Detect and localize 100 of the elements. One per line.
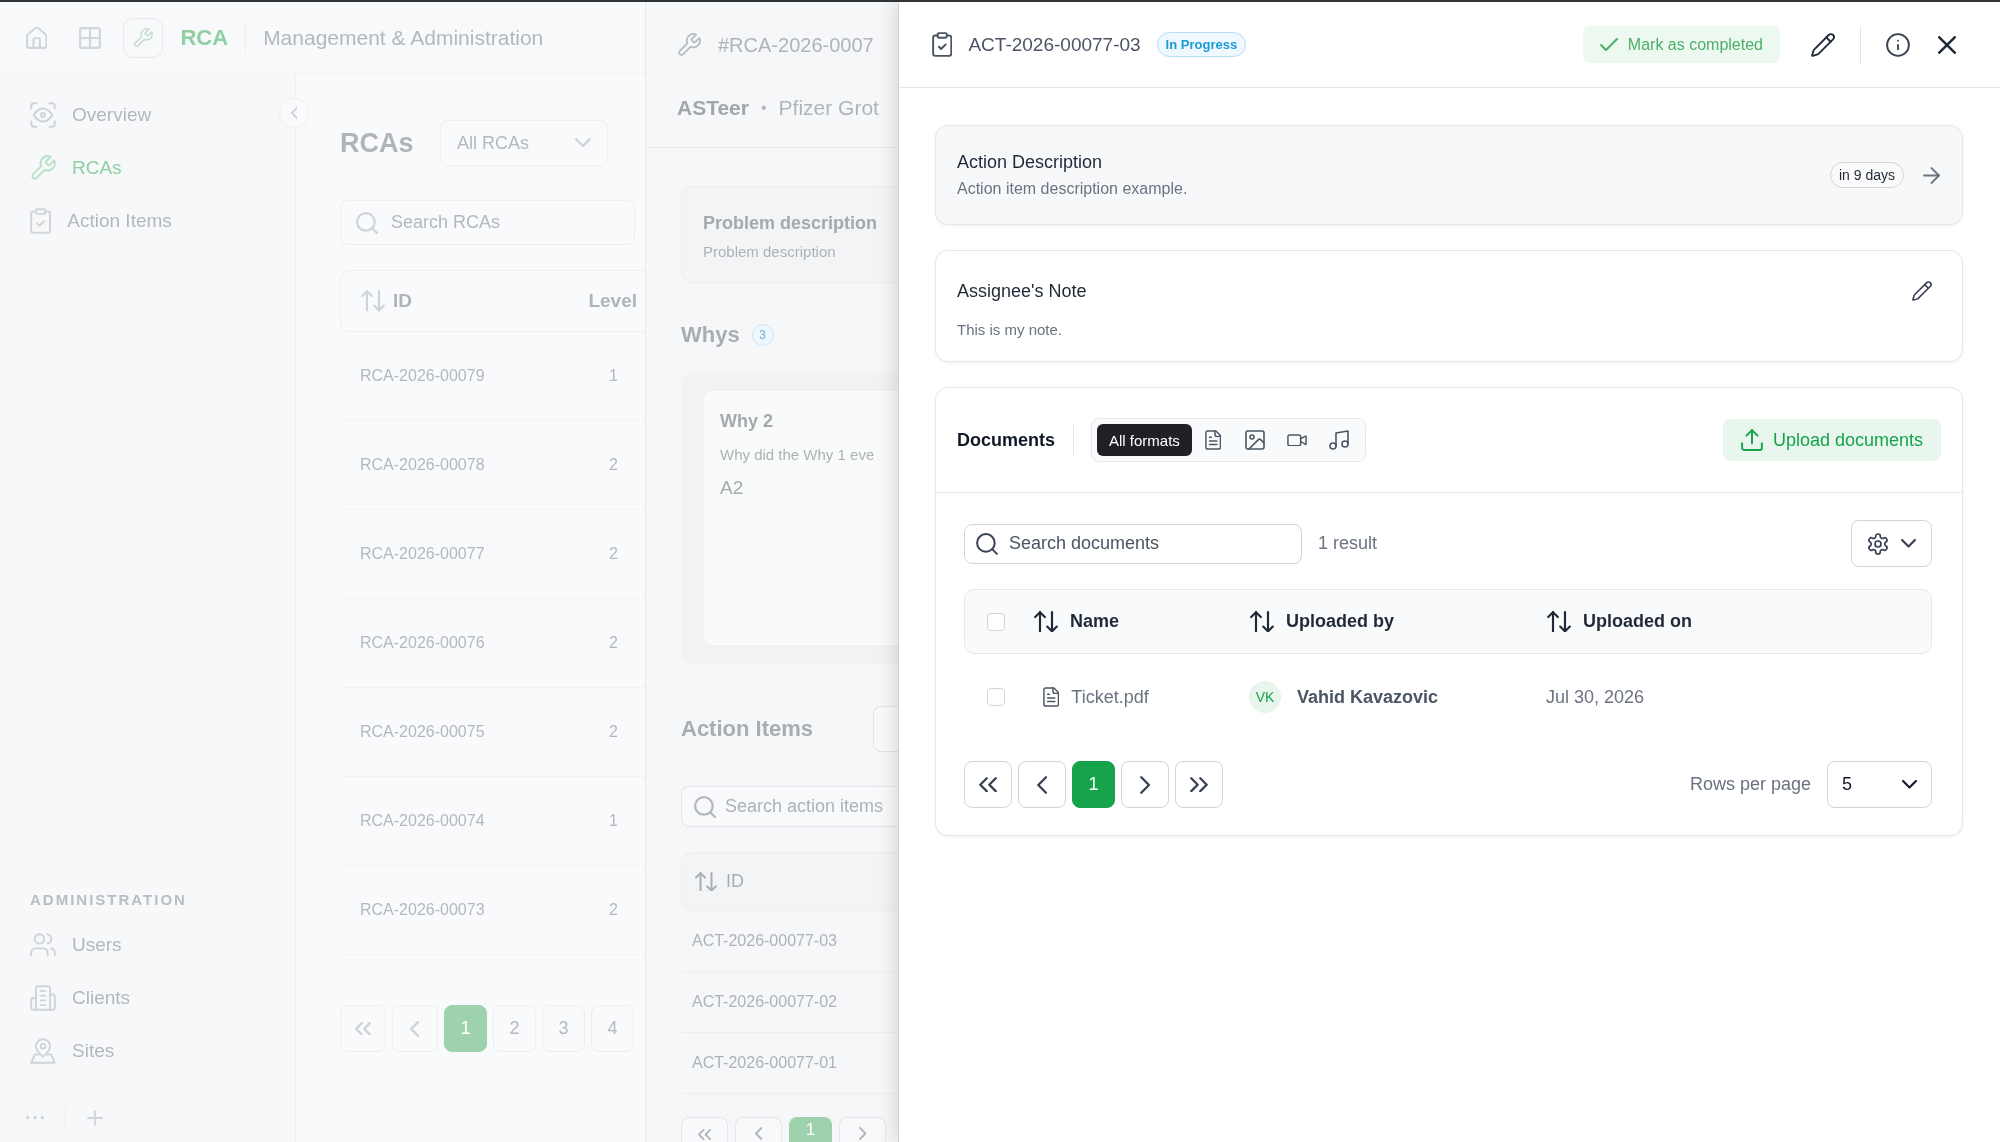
site-name: Pfizer Grot [778,96,879,120]
chevron-down-icon [1901,539,1916,548]
status-badge: In Progress [1156,32,1247,57]
search-icon [694,795,716,818]
column-header[interactable]: Name [1026,610,1242,633]
wrench-icon [30,155,56,181]
pencil-icon[interactable] [1811,32,1835,57]
close-icon[interactable] [1938,35,1956,54]
section-title: Management & Administration [263,25,544,50]
double-chevron-left-icon [979,776,997,793]
sidebar-item[interactable]: Users [0,923,134,967]
search-field[interactable]: Search action items [681,786,898,827]
answer-text: A2 [720,477,744,499]
page-title: RCAs [340,127,415,159]
upload-icon [1740,429,1763,451]
arrow-right-icon[interactable] [1923,166,1940,184]
image-icon [1244,430,1265,450]
table-cell-text: 2 [608,545,619,563]
due-badge: in 9 days [1829,162,1904,188]
sidebar-item[interactable]: RCAs [0,146,134,190]
column-header[interactable]: ID [695,871,744,892]
column-header[interactable]: ID [361,290,412,312]
file-icon [1043,687,1060,707]
table-cell-text: 1 [608,367,619,385]
first-page-button[interactable] [964,761,1012,808]
document-icon [1204,430,1222,450]
check-icon [1599,38,1618,51]
sidebar-item[interactable]: Clients [0,976,143,1020]
page-button[interactable]: 1 [789,1117,832,1142]
pencil-icon[interactable] [1912,281,1932,301]
note-text: This is my note. [957,320,1063,340]
video-camera-icon [1286,433,1307,447]
column-header[interactable]: Uploaded on [1539,610,1931,633]
table-cell-text: 2 [608,634,619,652]
section-title: Whys [681,322,740,348]
table-cell: Jul 30, 2026 [1546,686,1645,708]
search-field[interactable]: Search documents [964,523,1302,564]
user-avatar: VK [1249,681,1281,713]
column-header[interactable]: Uploaded by [1242,610,1539,633]
owner-name: ASTeer [677,96,749,120]
section-title: Action Items [681,716,814,742]
upload-button[interactable]: Upload documents [1722,419,1941,461]
music-note-icon [1328,430,1349,450]
previous-page-button[interactable] [1018,761,1066,808]
page-button[interactable]: 3 [542,1005,585,1052]
description-text: Action item description example. [957,179,1188,199]
chevron-left-icon [410,1020,420,1037]
question-text: Why did the Why 1 eve [720,445,875,465]
next-page-button[interactable] [1121,761,1169,808]
rows-per-page-select[interactable]: 5 [1827,761,1932,808]
chevron-down-icon [1902,780,1917,789]
sidebar-item[interactable]: Sites [0,1029,127,1073]
table-cell: RCA-2026-00075 [360,723,485,741]
table-cell: RCA-2026-00078 [360,456,485,474]
card-title: Assignee's Note [957,280,1087,303]
card-title: Why 2 [720,410,773,432]
column-settings-button[interactable] [1851,520,1932,567]
separator-dot: • [761,99,767,117]
table-cell: RCA-2026-00073 [360,901,485,919]
mark-completed-button[interactable]: Mark as completed [1582,26,1780,63]
eye-scan-icon [30,102,56,128]
action-item-id: ACT-2026-00077-03 [968,33,1141,56]
wrench-icon [677,33,701,57]
clipboard-check-icon [30,208,52,234]
app-name: RCA [180,24,229,51]
sort-icon [1547,610,1571,633]
column-header: Level [588,290,637,312]
table-cell-text: 1 [608,812,619,830]
count-badge: 3 [751,324,774,346]
clipboard-check-icon [932,32,953,57]
chevron-right-icon [858,1127,867,1140]
table-cell: RCA-2026-00079 [360,367,485,385]
sidebar-item[interactable]: Action Items [0,199,184,243]
page-button[interactable]: 2 [493,1005,536,1052]
sort-icon [1034,610,1058,633]
file-name[interactable]: Ticket.pdf [1071,686,1149,708]
sort-icon [1250,610,1274,633]
search-icon [976,532,998,555]
map-pin-icon [30,1038,56,1064]
checkbox[interactable] [987,612,1005,631]
last-page-button[interactable] [1175,761,1223,808]
double-chevron-right-icon [1190,776,1208,793]
format-tab[interactable]: All formats [1097,424,1192,456]
page-button[interactable]: 1 [444,1005,487,1052]
chevron-left-icon [290,107,298,119]
page-button[interactable]: 1 [1072,761,1115,808]
sidebar-item[interactable]: Overview [0,93,164,137]
table-cell-text: 2 [608,723,619,741]
search-icon [356,211,378,234]
table-cell: RCA-2026-00077 [360,545,485,563]
table-cell: RCA-2026-00074 [360,812,485,830]
chevron-right-icon [1139,775,1151,794]
search-field[interactable]: Search RCAs [340,200,635,245]
settings-icon [1867,532,1889,555]
info-icon[interactable] [1886,32,1910,57]
chevron-down-icon [575,138,591,148]
checkbox[interactable] [987,688,1005,706]
card-title: Problem description [703,212,878,234]
page-button[interactable]: 4 [591,1005,634,1052]
filter-dropdown[interactable]: All RCAs [440,120,608,166]
